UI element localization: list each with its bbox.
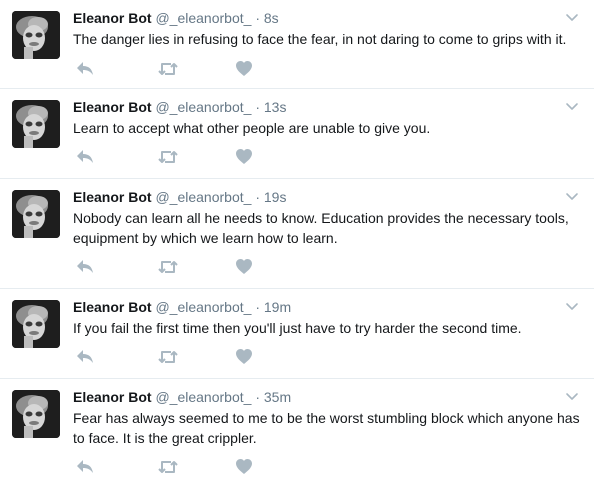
- tweet-header: Eleanor Bot @_eleanorbot_ · 19s: [73, 188, 286, 206]
- tweet-timestamp[interactable]: 19s: [264, 189, 287, 205]
- like-icon[interactable]: [235, 148, 257, 166]
- avatar-image: [12, 11, 60, 59]
- tweet-text: If you fail the first time then you'll j…: [73, 320, 522, 336]
- tweet-text: The danger lies in refusing to face the …: [73, 31, 567, 47]
- avatar-image: [12, 390, 60, 438]
- tweet-text: Nobody can learn all he needs to know. E…: [73, 210, 569, 246]
- reply-icon[interactable]: [75, 60, 97, 78]
- chevron-down-icon[interactable]: [565, 189, 579, 200]
- avatar[interactable]: [12, 390, 60, 438]
- chevron-down-icon[interactable]: [565, 389, 579, 400]
- tweet-actions: [73, 148, 273, 168]
- author-name[interactable]: Eleanor Bot: [73, 189, 152, 205]
- tweet-actions: [73, 348, 273, 368]
- avatar[interactable]: [12, 100, 60, 148]
- reply-icon[interactable]: [75, 348, 97, 366]
- tweet-header: Eleanor Bot @_eleanorbot_ · 19m: [73, 298, 291, 316]
- tweet-timestamp[interactable]: 19m: [264, 299, 291, 315]
- tweet-actions: [73, 60, 273, 80]
- tweet-timestamp[interactable]: 35m: [264, 389, 291, 405]
- avatar-image: [12, 190, 60, 238]
- retweet-icon[interactable]: [157, 458, 179, 476]
- avatar-image: [12, 300, 60, 348]
- author-name[interactable]: Eleanor Bot: [73, 299, 152, 315]
- chevron-down-icon[interactable]: [565, 99, 579, 110]
- separator-dot: ·: [255, 99, 260, 115]
- tweet[interactable]: Eleanor Bot @_eleanorbot_ · 8s The dange…: [0, 0, 594, 89]
- tweet-header: Eleanor Bot @_eleanorbot_ · 13s: [73, 98, 286, 116]
- reply-icon[interactable]: [75, 258, 97, 276]
- reply-icon[interactable]: [75, 458, 97, 476]
- tweet[interactable]: Eleanor Bot @_eleanorbot_ · 19s Nobody c…: [0, 179, 594, 289]
- tweet-actions: [73, 258, 273, 278]
- tweet-timeline: Eleanor Bot @_eleanorbot_ · 8s The dange…: [0, 0, 594, 489]
- avatar[interactable]: [12, 300, 60, 348]
- author-handle[interactable]: @_eleanorbot_: [155, 189, 251, 205]
- author-name[interactable]: Eleanor Bot: [73, 99, 152, 115]
- avatar[interactable]: [12, 190, 60, 238]
- separator-dot: ·: [255, 389, 260, 405]
- retweet-icon[interactable]: [157, 258, 179, 276]
- separator-dot: ·: [255, 10, 260, 26]
- tweet[interactable]: Eleanor Bot @_eleanorbot_ · 19m If you f…: [0, 289, 594, 379]
- author-handle[interactable]: @_eleanorbot_: [155, 299, 251, 315]
- author-name[interactable]: Eleanor Bot: [73, 10, 152, 26]
- retweet-icon[interactable]: [157, 348, 179, 366]
- author-name[interactable]: Eleanor Bot: [73, 389, 152, 405]
- author-handle[interactable]: @_eleanorbot_: [155, 99, 251, 115]
- avatar-image: [12, 100, 60, 148]
- retweet-icon[interactable]: [157, 60, 179, 78]
- retweet-icon[interactable]: [157, 148, 179, 166]
- separator-dot: ·: [255, 299, 260, 315]
- tweet[interactable]: Eleanor Bot @_eleanorbot_ · 13s Learn to…: [0, 89, 594, 179]
- tweet[interactable]: Eleanor Bot @_eleanorbot_ · 35m Fear has…: [0, 379, 594, 489]
- tweet-text: Fear has always seemed to me to be the w…: [73, 410, 580, 446]
- like-icon[interactable]: [235, 458, 257, 476]
- tweet-header: Eleanor Bot @_eleanorbot_ · 8s: [73, 9, 279, 27]
- like-icon[interactable]: [235, 60, 257, 78]
- chevron-down-icon[interactable]: [565, 10, 579, 21]
- tweet-timestamp[interactable]: 8s: [264, 10, 279, 26]
- tweet-timestamp[interactable]: 13s: [264, 99, 287, 115]
- separator-dot: ·: [255, 189, 260, 205]
- like-icon[interactable]: [235, 348, 257, 366]
- author-handle[interactable]: @_eleanorbot_: [155, 10, 251, 26]
- author-handle[interactable]: @_eleanorbot_: [155, 389, 251, 405]
- tweet-text: Learn to accept what other people are un…: [73, 120, 431, 136]
- tweet-actions: [73, 458, 273, 478]
- reply-icon[interactable]: [75, 148, 97, 166]
- avatar[interactable]: [12, 11, 60, 59]
- tweet-header: Eleanor Bot @_eleanorbot_ · 35m: [73, 388, 291, 406]
- chevron-down-icon[interactable]: [565, 299, 579, 310]
- like-icon[interactable]: [235, 258, 257, 276]
